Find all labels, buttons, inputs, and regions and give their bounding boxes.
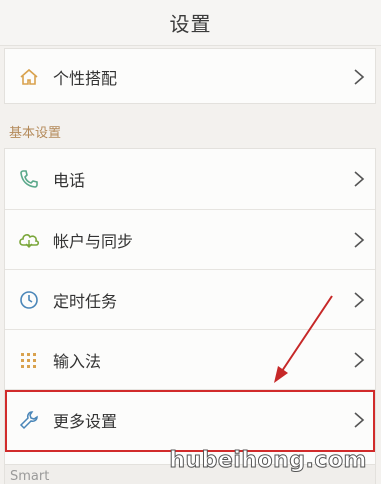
phone-icon xyxy=(17,167,41,191)
chevron-right-icon xyxy=(354,291,365,308)
wrench-icon xyxy=(17,408,41,432)
home-icon xyxy=(17,65,41,89)
section-label-basic: 基本设置 xyxy=(9,126,62,141)
settings-item-label: 输入法 xyxy=(53,351,102,371)
cloud-sync-icon xyxy=(17,228,41,252)
chevron-right-icon xyxy=(354,69,365,85)
settings-item-more-settings[interactable]: 更多设置 xyxy=(5,389,375,449)
watermark-text: hubeihong.com xyxy=(169,448,367,474)
personal-card: 个性搭配 xyxy=(4,48,376,104)
settings-item-account-sync[interactable]: 帐户与同步 xyxy=(5,209,375,269)
settings-item-label: 帐户与同步 xyxy=(53,231,134,251)
personal-style-label: 个性搭配 xyxy=(53,69,118,88)
chevron-right-icon xyxy=(354,351,365,368)
settings-item-phone[interactable]: 电话 xyxy=(5,149,375,209)
settings-item-label: 电话 xyxy=(53,171,86,190)
keyboard-icon xyxy=(17,348,41,372)
personal-style-item[interactable]: 个性搭配 xyxy=(5,47,375,107)
page-title: 设置 xyxy=(169,12,212,36)
settings-item-input-method[interactable]: 输入法 xyxy=(5,329,375,389)
basic-settings-card: 电话 帐户与同步 定时任务 输入法 更多设置 xyxy=(4,148,376,466)
clock-icon xyxy=(17,288,41,312)
chevron-right-icon xyxy=(354,231,365,248)
settings-item-label: 定时任务 xyxy=(53,291,118,311)
settings-item-label: 更多设置 xyxy=(53,411,118,431)
chevron-right-icon xyxy=(354,411,365,428)
section-label-smart: Smart xyxy=(10,469,50,484)
header-bar: 设置 xyxy=(0,0,381,46)
settings-item-scheduled-tasks[interactable]: 定时任务 xyxy=(5,269,375,329)
chevron-right-icon xyxy=(354,171,365,187)
